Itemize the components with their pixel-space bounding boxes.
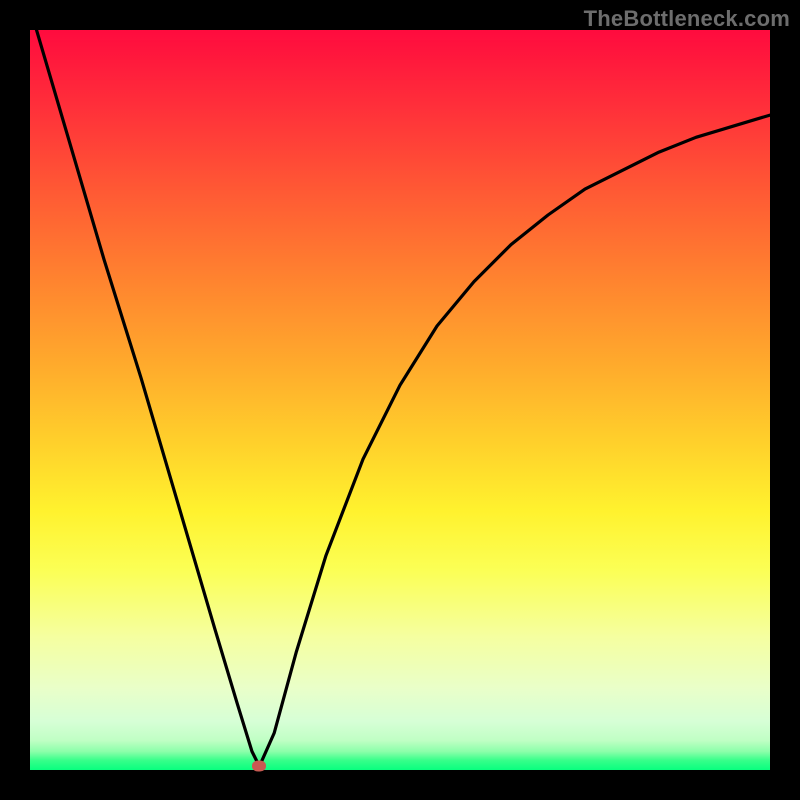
chart-frame: TheBottleneck.com	[0, 0, 800, 800]
plot-area	[30, 30, 770, 770]
bottleneck-curve	[30, 8, 770, 767]
watermark-text: TheBottleneck.com	[584, 6, 790, 32]
minimum-marker	[252, 761, 266, 772]
curve-svg	[30, 30, 770, 770]
